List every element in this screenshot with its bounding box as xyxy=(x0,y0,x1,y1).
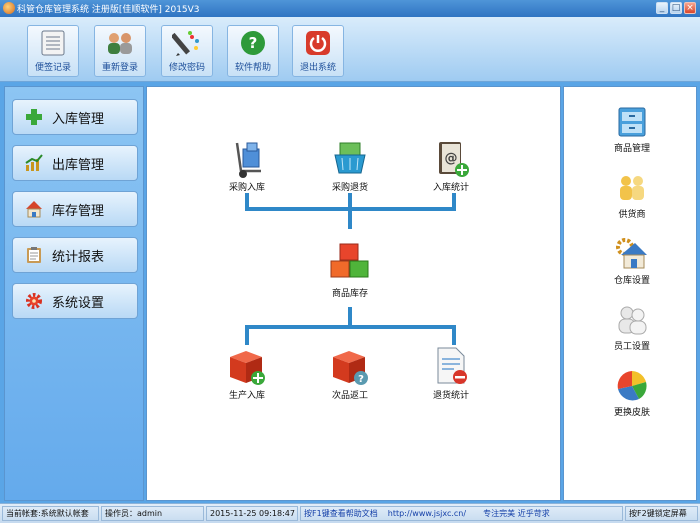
connector-top-right xyxy=(452,193,456,211)
plus-icon xyxy=(26,109,42,125)
svg-text:@: @ xyxy=(445,151,458,166)
cabinet-icon xyxy=(618,107,646,137)
employee-settings-button[interactable]: 员工设置 xyxy=(602,303,662,352)
node-production-in[interactable]: 生产入库 xyxy=(215,345,279,401)
connector-top-left xyxy=(245,193,249,211)
supplier-button[interactable]: 供货商 xyxy=(602,171,662,220)
connector-bottom-left xyxy=(245,325,249,345)
left-nav-panel: 入库管理 出库管理 库存管理 统计报表 系统设置 xyxy=(4,86,144,501)
exit-label: 退出系统 xyxy=(299,63,336,73)
side-label: 员工设置 xyxy=(613,342,650,352)
node-label: 退货统计 xyxy=(432,391,469,401)
hand-truck-icon xyxy=(235,142,261,178)
exit-button[interactable]: 退出系统 xyxy=(292,25,344,77)
nav-label: 系统设置 xyxy=(52,296,105,311)
help-label: 软件帮助 xyxy=(234,63,271,73)
notepad-button[interactable]: 便签记录 xyxy=(27,25,79,77)
side-label: 商品管理 xyxy=(613,144,650,154)
node-label: 商品库存 xyxy=(331,289,368,299)
nav-label: 统计报表 xyxy=(52,250,105,265)
minimize-button[interactable]: _ xyxy=(656,2,668,14)
toolbar: 便签记录 重新登录 修改密码 ? 软件帮助 退出系统 xyxy=(0,17,700,82)
product-management-button[interactable]: 商品管理 xyxy=(602,105,662,154)
nav-inventory[interactable]: 库存管理 xyxy=(12,191,138,227)
node-label: 生产入库 xyxy=(228,391,265,401)
status-slogan: 专注完美 近乎苛求 xyxy=(483,509,550,518)
window-title: 科管仓库管理系统 注册版[佳顺软件] 2015V3 xyxy=(17,5,200,15)
connector-bottom-right xyxy=(452,325,456,345)
nav-label: 出库管理 xyxy=(52,158,105,173)
nav-settings[interactable]: 系统设置 xyxy=(12,283,138,319)
node-label: 采购退货 xyxy=(331,183,368,193)
box-add-icon xyxy=(230,351,265,385)
users-icon xyxy=(108,33,132,54)
svg-text:?: ? xyxy=(249,34,258,52)
stacked-boxes-icon xyxy=(330,243,369,278)
quick-settings-panel: 商品管理 供货商 仓库设置 员工设置 更换皮肤 xyxy=(563,86,697,501)
change-skin-button[interactable]: 更换皮肤 xyxy=(602,369,662,418)
node-label: 次品返工 xyxy=(331,391,368,401)
maximize-button[interactable]: □ xyxy=(670,2,682,14)
warehouse-settings-button[interactable]: 仓库设置 xyxy=(602,237,662,286)
svg-text:?: ? xyxy=(358,374,364,385)
connector-bottom-horizontal xyxy=(245,325,456,329)
pencil-icon xyxy=(172,31,199,56)
node-purchase-in[interactable]: 采购入库 xyxy=(215,139,279,193)
supplier-icon xyxy=(620,176,644,200)
box-question-icon: ? xyxy=(333,351,368,385)
chart-up-icon xyxy=(25,154,43,171)
relogin-label: 重新登录 xyxy=(101,63,138,73)
status-website-link[interactable]: http://www.jsjxc.cn/ xyxy=(388,509,466,518)
node-stock-in-stats[interactable]: @ 入库统计 xyxy=(419,139,483,193)
document-remove-icon xyxy=(437,347,467,384)
shopping-basket-icon xyxy=(334,142,366,174)
pie-chart-icon xyxy=(617,371,647,401)
gear-icon xyxy=(26,293,42,309)
warehouse-gear-icon xyxy=(616,238,647,269)
relogin-button[interactable]: 重新登录 xyxy=(94,25,146,77)
address-book-icon: @ xyxy=(439,142,469,177)
connector-top-middle xyxy=(348,193,352,229)
close-button[interactable]: × xyxy=(684,2,696,14)
nav-label: 入库管理 xyxy=(52,112,105,127)
nav-stock-out[interactable]: 出库管理 xyxy=(12,145,138,181)
status-help-hint: 按F1键查看帮助文档 xyxy=(304,509,378,518)
employees-icon xyxy=(618,306,647,335)
house-icon xyxy=(26,201,42,218)
status-bar: 当前帐套:系统默认帐套 操作员：admin 2015-11-25 09:18:4… xyxy=(0,503,700,523)
status-account: 当前帐套:系统默认帐套 xyxy=(2,506,99,521)
notepad-label: 便签记录 xyxy=(34,63,71,73)
title-bar: 科管仓库管理系统 注册版[佳顺软件] 2015V3 _ □ × xyxy=(0,0,700,17)
status-lock-hint: 按F2键锁定屏幕 xyxy=(625,506,698,521)
status-help-area: 按F1键查看帮助文档 http://www.jsjxc.cn/ 专注完美 近乎苛… xyxy=(300,506,623,521)
change-password-button[interactable]: 修改密码 xyxy=(161,25,213,77)
node-label: 采购入库 xyxy=(228,183,265,193)
node-return-stats[interactable]: 退货统计 xyxy=(419,345,483,401)
nav-label: 库存管理 xyxy=(52,204,105,219)
nav-stock-in[interactable]: 入库管理 xyxy=(12,99,138,135)
power-icon xyxy=(306,31,330,55)
notepad-icon xyxy=(41,30,65,56)
clipboard-icon xyxy=(27,247,41,263)
help-icon: ? xyxy=(241,31,265,55)
change-password-label: 修改密码 xyxy=(168,63,205,73)
nav-reports[interactable]: 统计报表 xyxy=(12,237,138,273)
status-datetime: 2015-11-25 09:18:47 xyxy=(206,506,298,521)
node-label: 入库统计 xyxy=(432,183,469,193)
help-button[interactable]: ? 软件帮助 xyxy=(227,25,279,77)
workflow-panel: 采购入库 采购退货 @ 入库统计 商品库存 生产入库 ? 次品返工 退货统计 xyxy=(146,86,561,501)
node-defect-rework[interactable]: ? 次品返工 xyxy=(318,345,382,401)
side-label: 供货商 xyxy=(618,210,646,220)
app-icon xyxy=(3,2,15,14)
node-stock[interactable]: 商品库存 xyxy=(318,241,382,299)
side-label: 仓库设置 xyxy=(613,276,650,286)
node-purchase-return[interactable]: 采购退货 xyxy=(318,139,382,193)
status-operator: 操作员：admin xyxy=(101,506,204,521)
side-label: 更换皮肤 xyxy=(613,408,650,418)
